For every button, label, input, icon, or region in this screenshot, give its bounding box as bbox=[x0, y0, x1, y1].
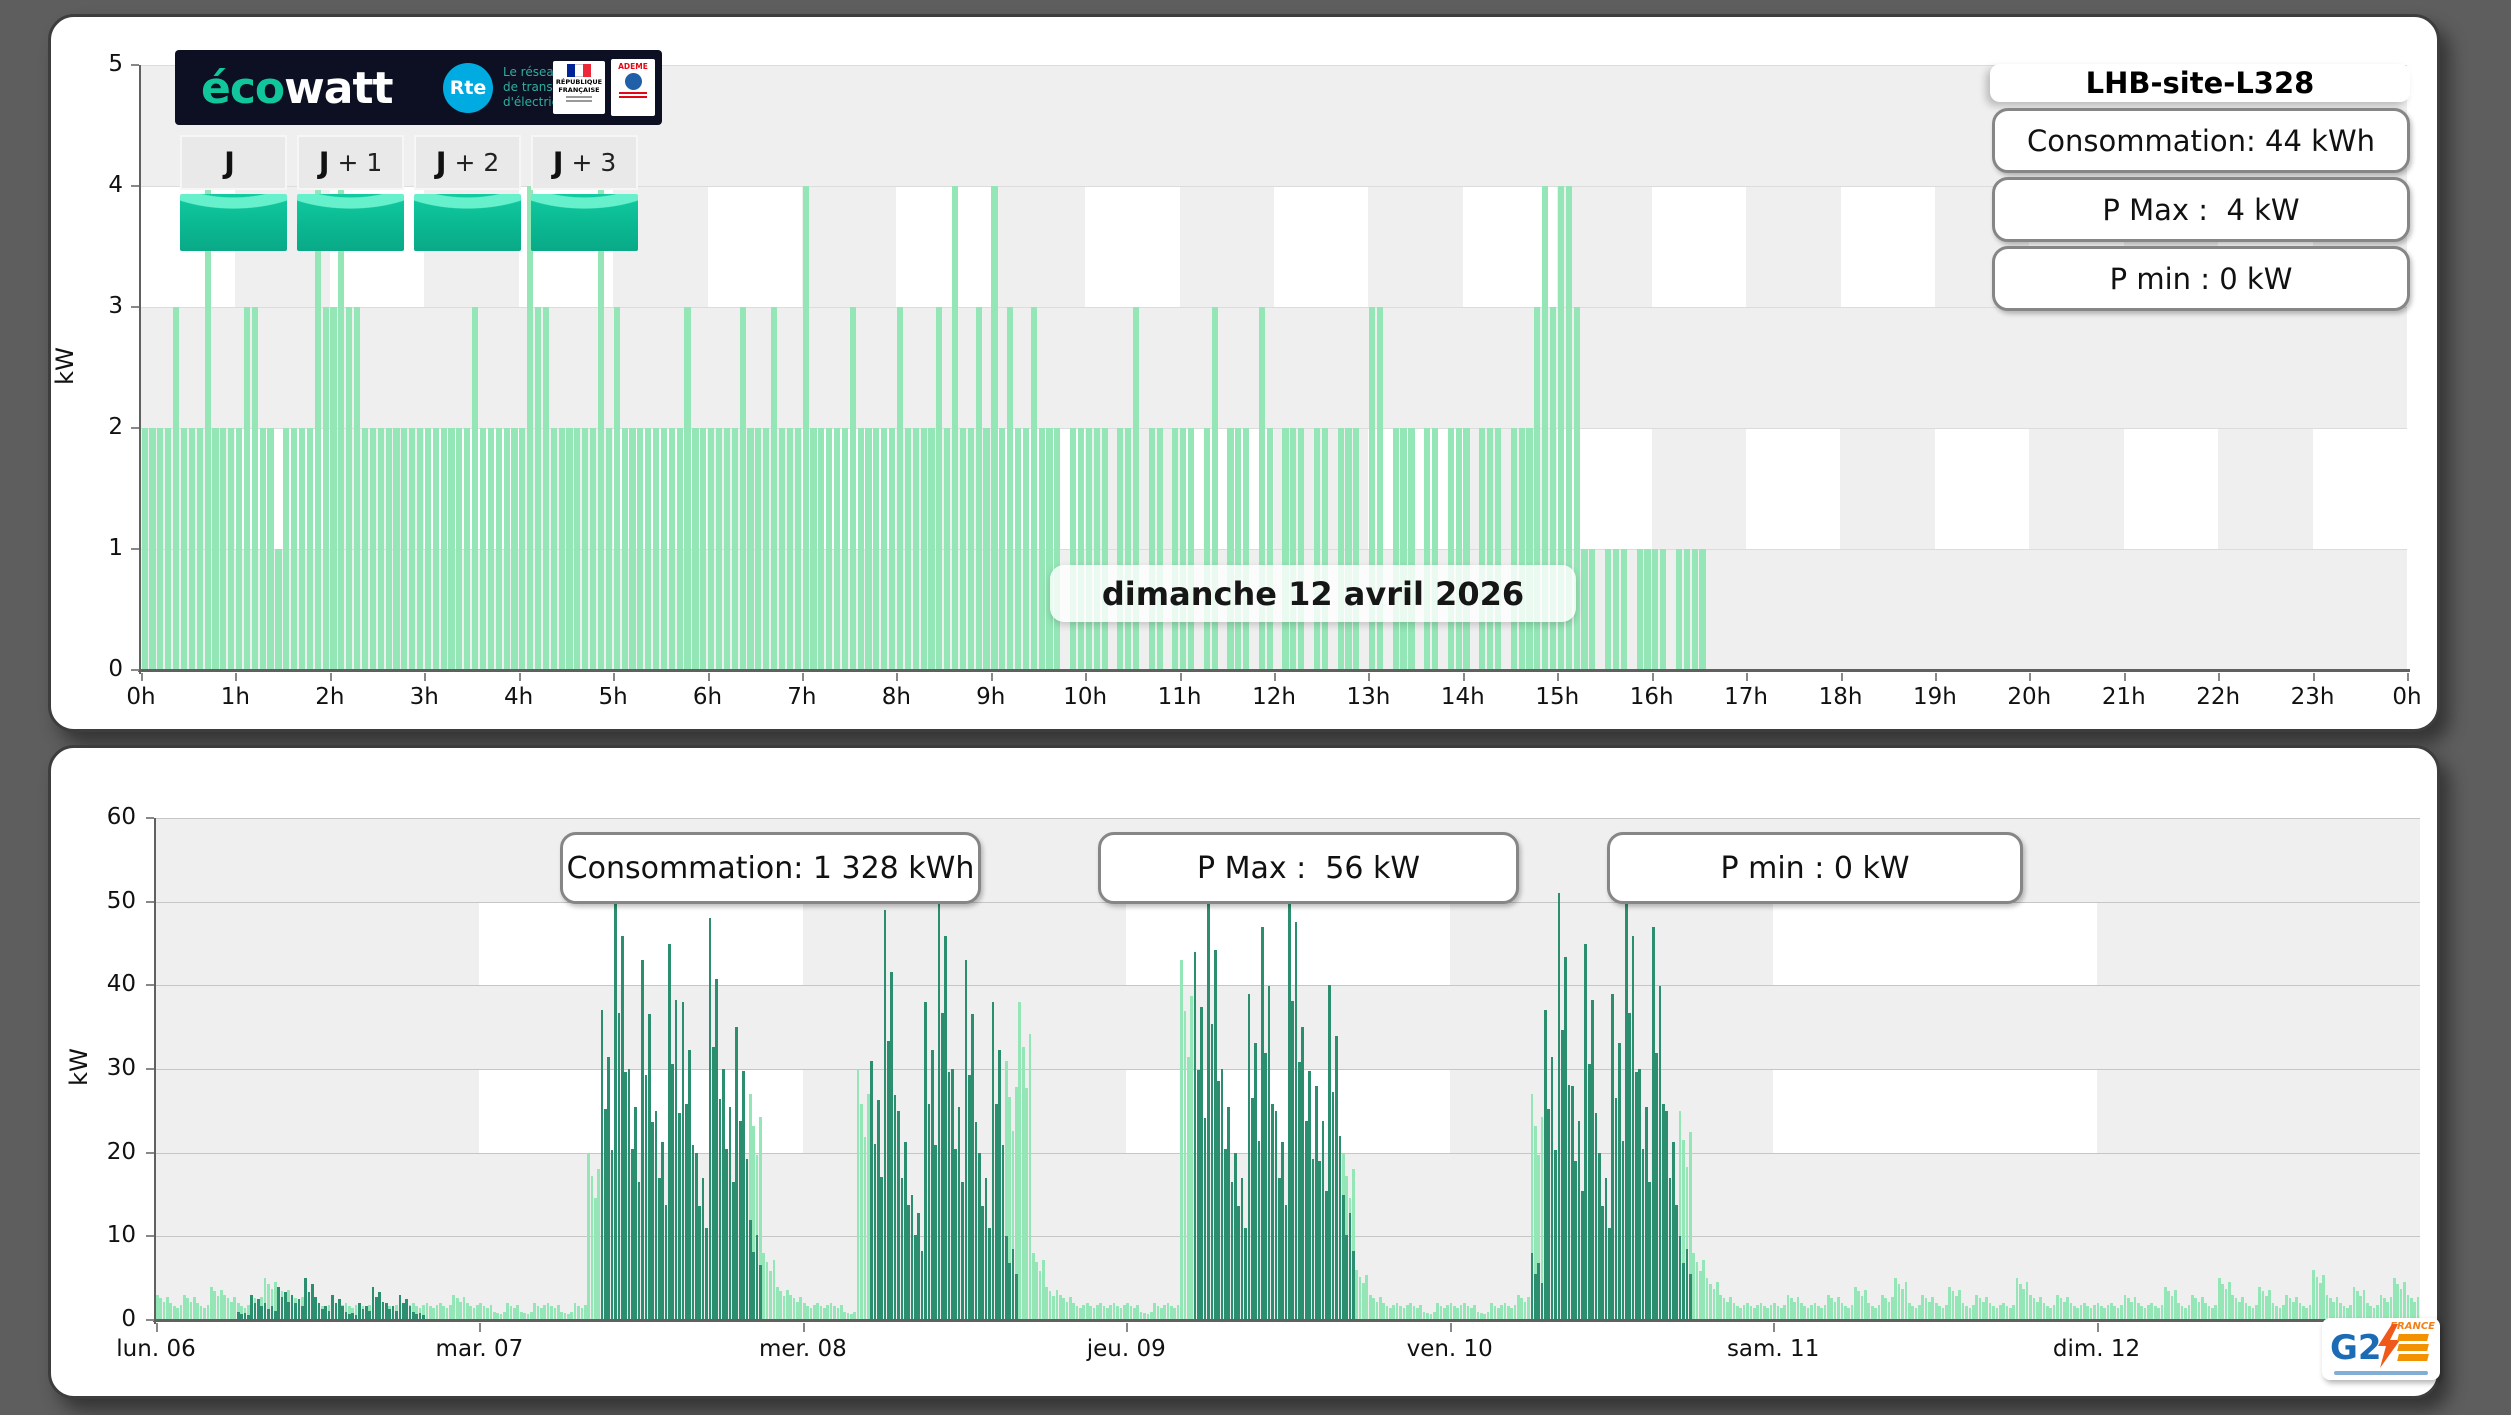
day-button-j3-suffix: + 3 bbox=[571, 148, 617, 177]
day-button-j[interactable]: J bbox=[180, 135, 287, 190]
day-button-j-label: J bbox=[224, 145, 235, 180]
site-label: LHB-site-L328 bbox=[1990, 64, 2410, 102]
ecowatt-signal-tile-j1[interactable] bbox=[297, 194, 404, 251]
g2e-tagline bbox=[2334, 1371, 2428, 1375]
french-flag-icon bbox=[567, 64, 591, 77]
day-button-j2-label: J bbox=[435, 145, 447, 180]
ecowatt-logo-watt: watt bbox=[284, 63, 393, 114]
weekly-consumption-stat: Consommation: 1 328 kWh bbox=[560, 832, 981, 904]
weekly-pmin-stat: P min : 0 kW bbox=[1607, 832, 2023, 904]
ecowatt-signal-tile-j2[interactable] bbox=[414, 194, 521, 251]
daily-pmax-stat: P Max : 4 kW bbox=[1992, 177, 2410, 242]
ademe-logo: ADEME bbox=[611, 59, 655, 116]
republique-text: RÉPUBLIQUE FRANÇAISE bbox=[556, 78, 602, 94]
weekly-pmax-stat: P Max : 56 kW bbox=[1098, 832, 1519, 904]
ecowatt-signal-tile-j3[interactable] bbox=[531, 194, 638, 251]
ademe-text: ADEME bbox=[618, 62, 648, 71]
date-label: dimanche 12 avril 2026 bbox=[1050, 565, 1576, 622]
day-button-j1[interactable]: J + 1 bbox=[297, 135, 404, 190]
day-button-j1-label: J bbox=[318, 145, 330, 180]
rte-logo-icon: Rte bbox=[443, 63, 493, 113]
ecowatt-banner: écowatt Rte Le réseau de transport d'éle… bbox=[175, 50, 662, 125]
lightning-bolt-icon bbox=[2378, 1324, 2400, 1368]
motto-line bbox=[566, 100, 592, 102]
day-button-j3-label: J bbox=[552, 145, 564, 180]
g2e-logo-e-stripes bbox=[2397, 1334, 2429, 1364]
day-button-j1-suffix: + 1 bbox=[337, 148, 383, 177]
ecowatt-logo: écowatt bbox=[201, 63, 394, 114]
day-button-j2[interactable]: J + 2 bbox=[414, 135, 521, 190]
republique-francaise-logo: RÉPUBLIQUE FRANÇAISE bbox=[553, 61, 605, 114]
day-button-j2-suffix: + 2 bbox=[454, 148, 500, 177]
ademe-globe-icon bbox=[624, 73, 642, 90]
energy-dashboard: 0h 1h 2h 3h 4h 5h 6h 7h 8h 9h 10h 11h 12h 13h 14h 15h 16… bbox=[0, 0, 2511, 1415]
ademe-line bbox=[619, 96, 647, 98]
motto-line bbox=[566, 96, 592, 98]
ademe-line bbox=[619, 92, 647, 94]
daily-pmin-stat: P min : 0 kW bbox=[1992, 246, 2410, 311]
g2e-logo: G2 FRANCE bbox=[2322, 1318, 2440, 1380]
day-button-j3[interactable]: J + 3 bbox=[531, 135, 638, 190]
g2e-logo-text: G2 bbox=[2330, 1328, 2382, 1368]
ecowatt-signal-tile-j[interactable] bbox=[180, 194, 287, 251]
ecowatt-logo-eco: éco bbox=[201, 63, 285, 114]
daily-consumption-stat: Consommation: 44 kWh bbox=[1992, 108, 2410, 173]
republique-line2: FRANÇAISE bbox=[558, 85, 600, 94]
